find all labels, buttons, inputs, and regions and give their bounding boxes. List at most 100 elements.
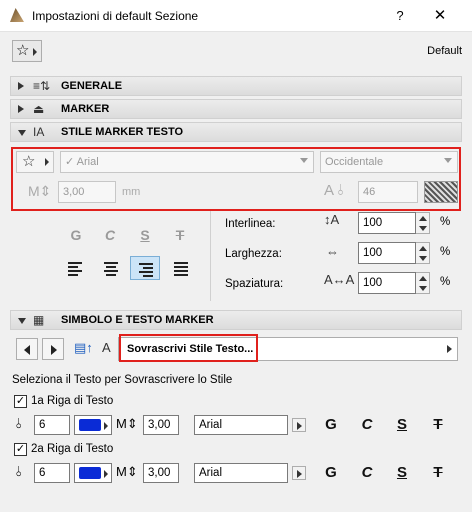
pen-field[interactable]: 46 <box>358 181 418 203</box>
align-left-icon <box>68 262 82 278</box>
export-icon[interactable]: ▤↑ <box>74 340 93 356</box>
close-button[interactable]: ✕ <box>430 6 450 26</box>
align-right-icon <box>139 263 153 279</box>
pen-color-swatch <box>79 467 101 479</box>
override-instruction: Seleziona il Testo per Sovrascrivere lo … <box>12 374 233 386</box>
chevron-right-icon <box>33 48 37 56</box>
highlight-box <box>119 334 258 362</box>
text-size-icon: M⇕ <box>116 416 138 431</box>
row2-size-field[interactable]: 3,00 <box>143 463 179 483</box>
row1-size-field[interactable]: 3,00 <box>143 415 179 435</box>
align-justify-icon <box>174 262 188 278</box>
section-marker[interactable]: ⏏ MARKER <box>10 99 462 119</box>
expand-arrow-icon <box>18 105 24 113</box>
row1-italic-button[interactable]: C <box>357 415 377 435</box>
align-left-button[interactable] <box>60 256 90 280</box>
text-favorites-button[interactable]: ☆ <box>16 151 54 173</box>
text-size-icon: M⇕ <box>28 183 52 199</box>
row1-underline-button[interactable]: S <box>392 415 412 435</box>
section-label: MARKER <box>61 103 110 115</box>
align-justify-button[interactable] <box>166 256 196 280</box>
row2-italic-button[interactable]: C <box>357 463 377 483</box>
expand-arrow-icon <box>18 82 24 90</box>
percent-unit: % <box>440 276 451 288</box>
chevron-down-icon <box>300 158 308 163</box>
symbol-text-icon: ▦ <box>33 313 45 327</box>
larghezza-stepper[interactable] <box>416 242 430 264</box>
arrow-left-icon <box>24 345 30 355</box>
row2-underline-button[interactable]: S <box>392 463 412 483</box>
font-value: Arial <box>76 156 99 168</box>
divider <box>210 211 211 301</box>
align-center-button[interactable] <box>96 256 126 280</box>
italic-button[interactable]: C <box>98 224 122 246</box>
title-bar: Impostazioni di default Sezione ? ✕ <box>0 0 472 32</box>
arrow-right-icon <box>51 345 57 355</box>
section-stile-marker-testo[interactable]: IA STILE MARKER TESTO <box>10 122 462 142</box>
chevron-right-icon <box>45 158 49 166</box>
interlinea-input[interactable]: 100 <box>358 212 416 234</box>
section-simbolo-testo-marker[interactable]: ▦ SIMBOLO E TESTO MARKER <box>10 310 462 330</box>
pen-icon: ⫰ <box>16 463 23 479</box>
chevron-right-icon <box>104 470 108 478</box>
width-icon: ⇔ <box>326 244 339 259</box>
default-label: Default <box>427 45 462 57</box>
char-spacing-icon: A↔A <box>324 272 355 287</box>
row2-checkbox[interactable]: ✓ <box>14 443 27 456</box>
star-icon: ☆ <box>16 42 30 59</box>
row2-pen-field[interactable]: 6 <box>34 463 70 483</box>
interlinea-label: Interlinea: <box>225 218 276 230</box>
spaziatura-stepper[interactable] <box>416 272 430 294</box>
row2-strikethrough-button[interactable]: T <box>428 463 448 483</box>
app-icon <box>10 8 24 22</box>
row1-color-picker[interactable] <box>74 415 112 435</box>
row2-font-select[interactable]: Arial <box>194 463 288 483</box>
next-button[interactable] <box>42 338 64 360</box>
font-select[interactable]: ✓ Arial <box>60 151 314 173</box>
text-size-icon: M⇕ <box>116 464 138 479</box>
strikethrough-button[interactable]: T <box>168 224 192 246</box>
row2-bold-button[interactable]: G <box>321 463 341 483</box>
interlinea-stepper[interactable] <box>416 212 430 234</box>
text-size-field[interactable]: 3,00 <box>58 181 116 203</box>
row2-font-menu-button[interactable] <box>292 466 306 480</box>
row1-font-menu-button[interactable] <box>292 418 306 432</box>
section-generale[interactable]: ≡⇅ GENERALE <box>10 76 462 96</box>
row1-font-select[interactable]: Arial <box>194 415 288 435</box>
row1-strikethrough-button[interactable]: T <box>428 415 448 435</box>
collapse-arrow-icon <box>18 318 26 324</box>
larghezza-input[interactable]: 100 <box>358 242 416 264</box>
favorites-button[interactable]: ☆ <box>12 40 42 62</box>
row1-bold-button[interactable]: G <box>321 415 341 435</box>
window-title: Impostazioni di default Sezione <box>32 9 199 23</box>
align-right-button[interactable] <box>130 256 160 280</box>
row2-color-picker[interactable] <box>74 463 112 483</box>
spaziatura-label: Spaziatura: <box>225 278 284 290</box>
marker-icon: ⏏ <box>33 102 45 116</box>
pen-color-swatch <box>79 419 101 431</box>
general-settings-icon: ≡⇅ <box>33 79 51 93</box>
row1-label: 1a Riga di Testo <box>31 395 114 407</box>
size-unit: mm <box>122 186 141 198</box>
pen-icon: ⫰ <box>16 415 23 431</box>
chevron-right-icon <box>104 422 108 430</box>
percent-unit: % <box>440 246 451 258</box>
section-label: STILE MARKER TESTO <box>61 126 184 138</box>
align-center-icon <box>104 262 118 278</box>
star-icon: ☆ <box>22 153 36 170</box>
script-select[interactable]: Occidentale <box>320 151 458 173</box>
row1-pen-field[interactable]: 6 <box>34 415 70 435</box>
row1-checkbox[interactable]: ✓ <box>14 395 27 408</box>
previous-button[interactable] <box>16 338 38 360</box>
help-button[interactable]: ? <box>390 6 410 26</box>
underline-button[interactable]: S <box>133 224 157 246</box>
text-pen-icon: A ⫰ <box>324 182 344 199</box>
script-value: Occidentale <box>325 156 384 168</box>
pen-pattern-button[interactable] <box>424 181 458 203</box>
spaziatura-input[interactable]: 100 <box>358 272 416 294</box>
section-label: GENERALE <box>61 80 123 92</box>
larghezza-label: Larghezza: <box>225 248 282 260</box>
text-override-icon: A <box>102 340 111 355</box>
bold-button[interactable]: G <box>64 224 88 246</box>
chevron-right-icon <box>447 345 452 353</box>
